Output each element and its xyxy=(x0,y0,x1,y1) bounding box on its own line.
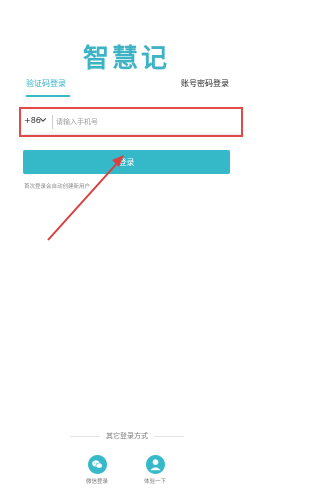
wechat-icon xyxy=(87,455,107,474)
phone-input[interactable] xyxy=(56,113,236,131)
tab-password-login[interactable]: 账号密码登录 xyxy=(181,78,229,89)
chevron-down-icon[interactable] xyxy=(39,116,47,124)
login-tabs: 验证码登录 账号密码登录 xyxy=(0,78,253,102)
login-button[interactable]: 登录 xyxy=(23,150,230,174)
wechat-login-label: 微信登录 xyxy=(85,479,108,485)
other-login-header: 其它登录方式 xyxy=(70,431,184,443)
phone-row: +86 xyxy=(22,110,242,136)
tab-sms-login[interactable]: 验证码登录 xyxy=(26,78,66,89)
guest-login-button[interactable]: 体验一下 xyxy=(135,455,175,485)
divider xyxy=(52,115,53,129)
active-tab-indicator xyxy=(26,95,70,97)
divider xyxy=(154,436,184,437)
guest-login-label: 体验一下 xyxy=(143,479,166,485)
wechat-login-button[interactable]: 微信登录 xyxy=(77,455,117,485)
annotation-arrow-icon xyxy=(47,155,124,241)
auto-register-hint: 首次登录会自动创建新用户 xyxy=(24,184,91,190)
phone-row-underline xyxy=(24,134,242,135)
app-logo: 智慧记 xyxy=(82,44,170,74)
user-icon xyxy=(145,455,165,474)
